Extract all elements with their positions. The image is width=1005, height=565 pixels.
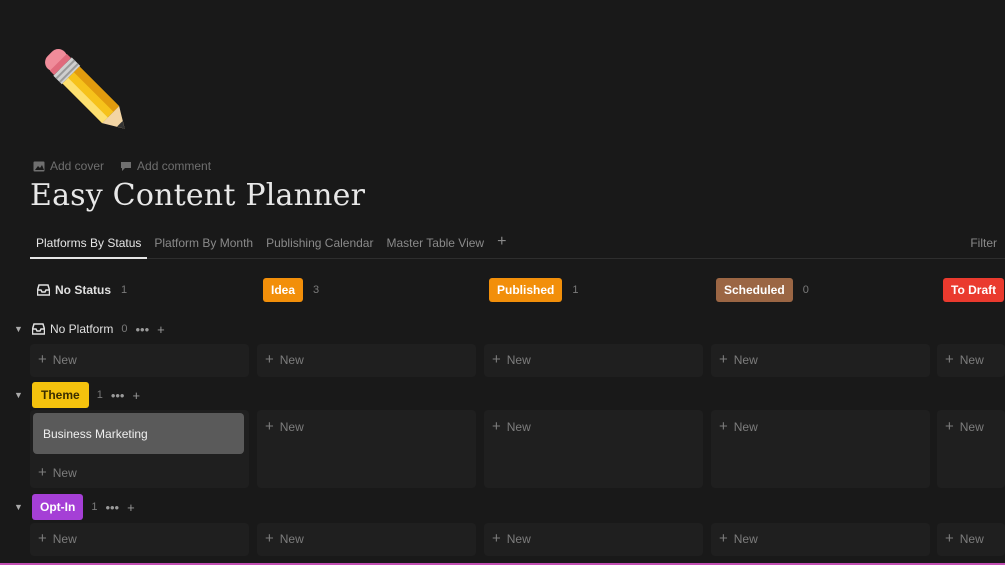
plus-icon: + (719, 351, 728, 368)
more-options-icon[interactable]: ••• (111, 388, 125, 403)
add-view-icon[interactable]: + (491, 232, 512, 252)
add-icon[interactable]: + (132, 388, 140, 403)
more-options-icon[interactable]: ••• (105, 500, 119, 515)
group-tag-opt-in: Opt-In (32, 494, 84, 520)
column-count: 3 (313, 284, 320, 296)
group-count: 1 (96, 389, 103, 401)
add-icon[interactable]: + (127, 500, 135, 515)
new-label: New (279, 353, 304, 367)
view-tabs: Platforms By Status Platform By Month Pu… (30, 232, 1005, 259)
new-label: New (52, 532, 77, 546)
filter-button[interactable]: Filter (970, 236, 997, 250)
new-card-button[interactable]: + New (492, 530, 531, 547)
new-card-button[interactable]: + New (265, 530, 304, 547)
plus-icon: + (492, 530, 501, 547)
column-count: 1 (572, 284, 579, 296)
tab-platforms-by-status[interactable]: Platforms By Status (30, 232, 148, 259)
column-count: 0 (802, 284, 809, 296)
new-card-button[interactable]: + New (719, 351, 758, 368)
inbox-icon (32, 323, 45, 335)
plus-icon: + (945, 530, 954, 547)
inbox-icon (37, 284, 50, 296)
comment-icon (121, 161, 132, 171)
add-comment-label: Add comment (137, 159, 212, 173)
column-header-to-draft[interactable]: To Draft (943, 276, 1005, 304)
group-count: 1 (91, 501, 98, 513)
plus-icon: + (492, 418, 501, 435)
plus-icon: + (945, 418, 954, 435)
new-label: New (279, 532, 304, 546)
column-header-published[interactable]: Published 1 (489, 276, 578, 304)
new-card-button[interactable]: + New (719, 418, 758, 435)
new-label: New (506, 532, 531, 546)
group-tag-theme: Theme (32, 382, 89, 408)
new-card-button[interactable]: + New (945, 530, 984, 547)
tab-platform-by-month[interactable]: Platform By Month (148, 232, 259, 259)
add-cover-label: Add cover (50, 159, 105, 173)
plus-icon: + (38, 351, 47, 368)
status-tag-to-draft: To Draft (943, 278, 1005, 302)
new-card-button[interactable]: + New (265, 418, 304, 435)
new-card-button[interactable]: + New (38, 351, 77, 368)
new-card-button[interactable]: + New (38, 464, 77, 481)
plus-icon: + (265, 530, 274, 547)
new-label: New (959, 353, 984, 367)
image-icon (33, 161, 45, 171)
new-label: New (52, 353, 77, 367)
add-comment-button[interactable]: Add comment (120, 159, 211, 173)
new-label: New (959, 420, 984, 434)
plus-icon: + (719, 418, 728, 435)
status-tag-scheduled: Scheduled (716, 278, 793, 302)
group-label: No Platform (50, 322, 114, 336)
more-options-icon[interactable]: ••• (135, 322, 149, 337)
new-card-button[interactable]: + New (945, 351, 984, 368)
group-header-no-platform: ▼ No Platform 0 ••• + (14, 316, 165, 342)
new-label: New (733, 353, 758, 367)
plus-icon: + (945, 351, 954, 368)
collapse-toggle-icon[interactable]: ▼ (14, 390, 24, 400)
new-label: New (506, 420, 531, 434)
group-header-opt-in: ▼ Opt-In 1 ••• + (14, 494, 135, 520)
new-label: New (52, 466, 77, 480)
tab-master-table-view[interactable]: Master Table View (380, 232, 490, 259)
plus-icon: + (38, 464, 47, 481)
add-icon[interactable]: + (157, 322, 165, 337)
plus-icon: + (719, 530, 728, 547)
column-label: No Status (55, 283, 112, 297)
collapse-toggle-icon[interactable]: ▼ (14, 502, 24, 512)
plus-icon: + (492, 351, 501, 368)
new-card-button[interactable]: + New (265, 351, 304, 368)
plus-icon: + (265, 351, 274, 368)
new-label: New (959, 532, 984, 546)
group-count: 0 (121, 323, 128, 335)
new-label: New (279, 420, 304, 434)
page-title: Easy Content Planner (30, 178, 366, 213)
plus-icon: + (265, 418, 274, 435)
new-card-button[interactable]: + New (492, 351, 531, 368)
new-label: New (733, 420, 758, 434)
group-header-theme: ▼ Theme 1 ••• + (14, 382, 140, 408)
column-header-idea[interactable]: Idea 3 (263, 276, 319, 304)
collapse-toggle-icon[interactable]: ▼ (14, 324, 24, 334)
new-label: New (506, 353, 531, 367)
plus-icon: + (38, 530, 47, 547)
new-card-button[interactable]: + New (38, 530, 77, 547)
new-card-button[interactable]: + New (492, 418, 531, 435)
new-card-button[interactable]: + New (945, 418, 984, 435)
add-cover-button[interactable]: Add cover (33, 159, 104, 173)
status-tag-published: Published (489, 278, 563, 302)
column-header-scheduled[interactable]: Scheduled 0 (716, 276, 809, 304)
column-header-no-status[interactable]: No Status 1 (37, 276, 127, 304)
tab-publishing-calendar[interactable]: Publishing Calendar (260, 232, 379, 259)
pencil-icon (45, 49, 125, 129)
new-label: New (733, 532, 758, 546)
new-card-button[interactable]: + New (719, 530, 758, 547)
status-tag-idea: Idea (263, 278, 304, 302)
column-count: 1 (121, 284, 128, 296)
content-card[interactable]: Business Marketing (33, 413, 244, 454)
